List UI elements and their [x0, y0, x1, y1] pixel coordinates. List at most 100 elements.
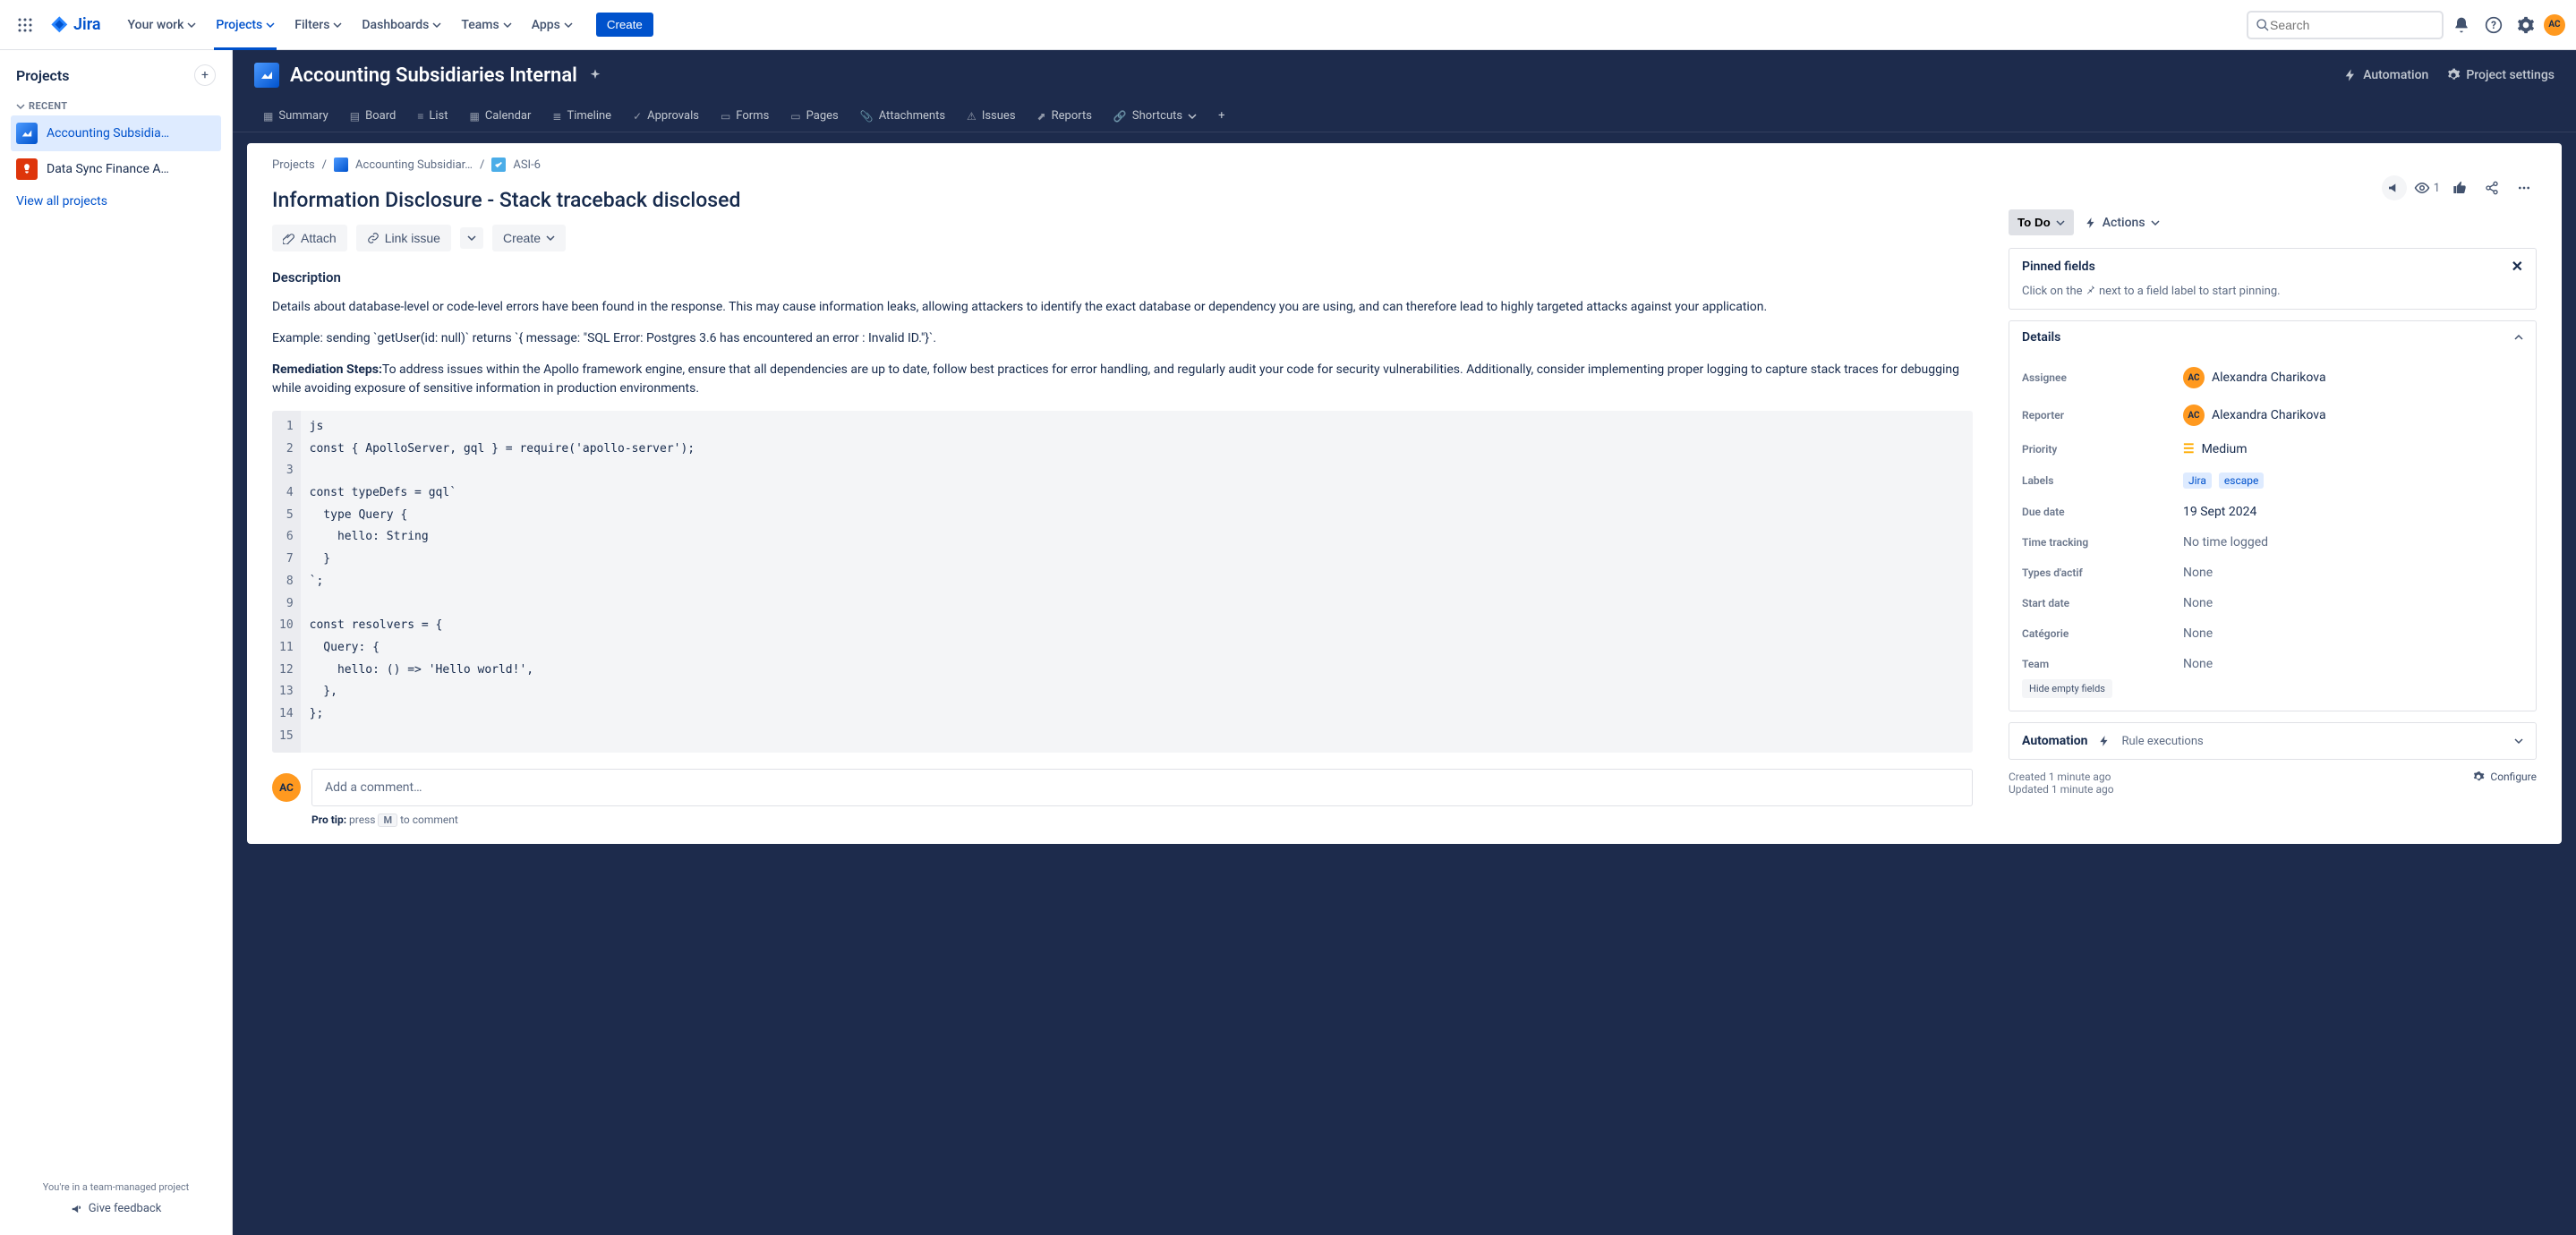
nav-filters[interactable]: Filters [286, 13, 351, 38]
give-feedback[interactable]: Give feedback [11, 1193, 221, 1224]
hide-empty-fields[interactable]: Hide empty fields [2022, 679, 2112, 698]
reporter-value[interactable]: ACAlexandra Charikova [2183, 405, 2523, 426]
chevron-down-icon [2514, 737, 2523, 745]
automation-button[interactable]: Automation [2343, 68, 2428, 82]
tab-issues[interactable]: ⚠Issues [958, 100, 1025, 132]
vote-icon[interactable] [2447, 175, 2472, 200]
nav-projects[interactable]: Projects [207, 13, 284, 38]
nav-teams[interactable]: Teams [452, 13, 520, 38]
tab-shortcuts[interactable]: 🔗Shortcuts [1105, 100, 1206, 132]
time-tracking-value[interactable]: No time logged [2183, 535, 2523, 549]
create-subtask-button[interactable]: Create [492, 225, 566, 251]
sidebar-project-accounting[interactable]: Accounting Subsidia… [11, 115, 221, 151]
gear-icon [2446, 68, 2461, 82]
task-icon [491, 158, 506, 172]
create-project-button[interactable]: + [194, 64, 216, 86]
more-icon[interactable] [2512, 175, 2537, 200]
pin-icon [2086, 284, 2096, 294]
recent-label[interactable]: RECENT [11, 97, 221, 115]
tab-list[interactable]: ≡List [408, 100, 456, 132]
link-issue-button[interactable]: Link issue [356, 225, 451, 251]
close-icon[interactable]: ✕ [2512, 258, 2523, 275]
bolt-icon [2085, 217, 2097, 229]
add-tab[interactable]: + [1209, 100, 1233, 132]
watchers[interactable]: 1 [2414, 180, 2440, 196]
app-switcher-icon[interactable] [11, 11, 39, 39]
actions-button[interactable]: Actions [2085, 216, 2160, 230]
link-issue-dropdown[interactable] [460, 227, 483, 249]
nav-apps[interactable]: Apps [523, 13, 582, 38]
nav-dashboards[interactable]: Dashboards [353, 13, 450, 38]
bolt-icon [2343, 68, 2358, 82]
tab-pages[interactable]: ▭Pages [781, 100, 847, 132]
status-button[interactable]: To Do [2009, 209, 2074, 235]
automation-panel[interactable]: Automation Rule executions [2009, 722, 2537, 760]
start-date-value[interactable]: None [2183, 596, 2523, 610]
pinned-hint: Click on the next to a field label to st… [2009, 284, 2536, 309]
notifications-icon[interactable] [2447, 11, 2476, 39]
team-value[interactable]: None [2183, 657, 2523, 671]
link-icon [367, 232, 380, 244]
megaphone-icon [71, 1203, 83, 1215]
search-input[interactable] [2247, 11, 2444, 39]
tab-calendar[interactable]: ▦Calendar [460, 100, 540, 132]
bolt-icon [2098, 735, 2111, 747]
jira-logo[interactable]: Jira [43, 15, 108, 35]
project-tabs: ▦Summary▤Board≡List▦Calendar≣Timeline✓Ap… [233, 100, 2576, 132]
description-label: Description [272, 269, 1973, 285]
details-panel: Details AssigneeACAlexandra Charikova Re… [2009, 320, 2537, 711]
project-icon [16, 158, 38, 180]
labels-value[interactable]: Jiraescape [2183, 473, 2523, 489]
tab-reports[interactable]: ⬈Reports [1028, 100, 1101, 132]
search-icon [2256, 18, 2270, 32]
user-avatar[interactable]: AC [2544, 14, 2565, 36]
project-header: Accounting Subsidiaries Internal Automat… [233, 50, 2576, 100]
protip: Pro tip: press M to comment [311, 813, 1973, 826]
nav-your-work[interactable]: Your work [119, 13, 206, 38]
priority-icon: ☰ [2183, 442, 2195, 456]
assignee-value[interactable]: ACAlexandra Charikova [2183, 367, 2523, 388]
details-header[interactable]: Details [2009, 321, 2536, 353]
sidebar-project-datasync[interactable]: Data Sync Finance A… [11, 151, 221, 187]
due-date-value[interactable]: 19 Sept 2024 [2183, 505, 2523, 519]
chevron-up-icon [2514, 333, 2523, 342]
project-icon [334, 158, 348, 172]
configure-button[interactable]: Configure [2472, 771, 2537, 783]
tab-board[interactable]: ▤Board [341, 100, 405, 132]
pinned-fields-header[interactable]: Pinned fields✕ [2009, 249, 2536, 284]
breadcrumb: Projects / Accounting Subsidiar… / ASI-6 [272, 158, 2537, 172]
main-area: Accounting Subsidiaries Internal Automat… [233, 50, 2576, 1235]
project-title: Accounting Subsidiaries Internal [290, 64, 577, 87]
project-icon [16, 123, 38, 144]
tab-attachments[interactable]: 📎Attachments [851, 100, 954, 132]
crumb-projects[interactable]: Projects [272, 158, 315, 172]
project-settings-button[interactable]: Project settings [2446, 68, 2555, 82]
sparkle-icon[interactable] [588, 68, 602, 82]
tab-approvals[interactable]: ✓Approvals [624, 100, 708, 132]
add-comment-input[interactable]: Add a comment… [311, 769, 1973, 806]
create-button[interactable]: Create [596, 13, 653, 37]
types-dactif-value[interactable]: None [2183, 566, 2523, 580]
crumb-issue-key[interactable]: ASI-6 [513, 158, 541, 172]
share-icon[interactable] [2479, 175, 2504, 200]
categorie-value[interactable]: None [2183, 626, 2523, 641]
tab-timeline[interactable]: ≣Timeline [543, 100, 620, 132]
nav-items: Your work Projects Filters Dashboards Te… [119, 13, 582, 38]
settings-icon[interactable] [2512, 11, 2540, 39]
view-all-projects[interactable]: View all projects [11, 187, 221, 216]
code-block: 123456789101112131415 js const { ApolloS… [272, 411, 1973, 753]
help-icon[interactable]: ? [2479, 11, 2508, 39]
sidebar: Projects + RECENT Accounting Subsidia… D… [0, 50, 233, 1235]
top-nav: Jira Your work Projects Filters Dashboar… [0, 0, 2576, 50]
tab-summary[interactable]: ▦Summary [254, 100, 337, 132]
issue-title[interactable]: Information Disclosure - Stack traceback… [272, 188, 1973, 212]
attach-button[interactable]: Attach [272, 225, 347, 251]
sidebar-title: Projects [16, 67, 70, 84]
updated-time: Updated 1 minute ago [2009, 783, 2114, 796]
priority-value[interactable]: ☰Medium [2183, 442, 2523, 456]
eye-icon [2414, 180, 2430, 196]
tab-forms[interactable]: ▭Forms [712, 100, 778, 132]
description-body[interactable]: Details about database-level or code-lev… [272, 298, 1973, 753]
feedback-icon[interactable] [2382, 175, 2407, 200]
crumb-project[interactable]: Accounting Subsidiar… [355, 158, 473, 172]
